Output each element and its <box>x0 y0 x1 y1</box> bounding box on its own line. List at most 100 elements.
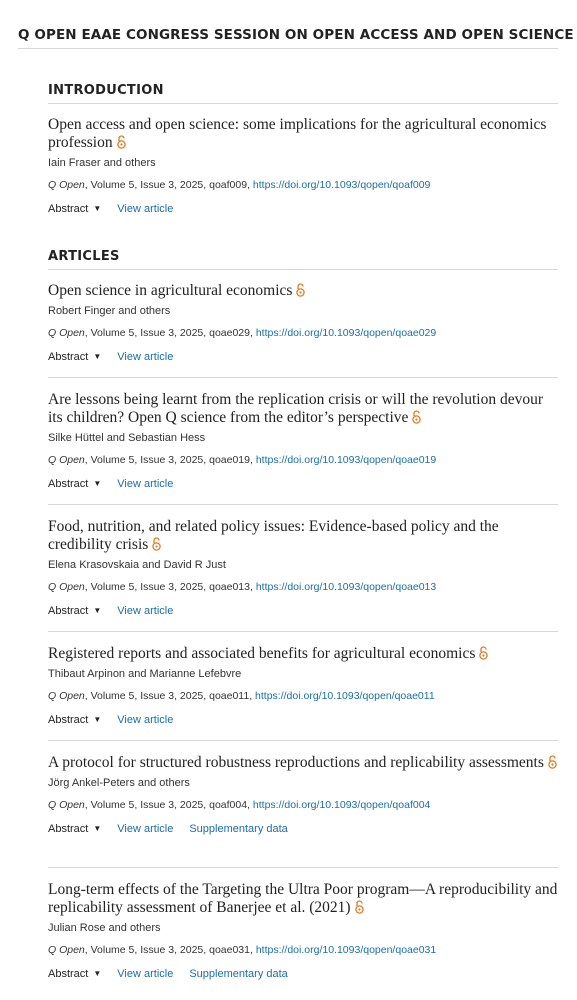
abstract-label[interactable]: Abstract <box>48 478 88 490</box>
view-article-link[interactable]: View article <box>117 203 173 215</box>
abstract-toggle[interactable]: Abstract ▼ <box>48 203 101 215</box>
supplementary-data-link[interactable]: Supplementary data <box>189 968 287 980</box>
supplementary-data-link[interactable]: Supplementary data <box>189 823 287 835</box>
abstract-label[interactable]: Abstract <box>48 203 88 215</box>
article-title[interactable]: Food, nutrition, and related policy issu… <box>48 518 558 556</box>
view-article-link[interactable]: View article <box>117 823 173 835</box>
article-actions: Abstract ▼ View article Supplementary data <box>48 967 558 981</box>
abstract-toggle[interactable]: Abstract ▼ <box>48 714 101 726</box>
citation-details: , Volume 5, Issue 3, 2025, qoae031, <box>84 944 256 956</box>
abstract-toggle[interactable]: Abstract ▼ <box>48 968 101 980</box>
article-citation: Q Open, Volume 5, Issue 3, 2025, qoae019… <box>48 454 558 467</box>
article-item: Are lessons being learnt from the replic… <box>48 377 558 491</box>
doi-link[interactable]: https://doi.org/10.1093/qopen/qoae013 <box>256 581 436 593</box>
caret-down-icon[interactable]: ▼ <box>93 606 101 615</box>
article-actions: Abstract ▼ View article <box>48 604 558 618</box>
article-title-text[interactable]: Are lessons being learnt from the replic… <box>48 391 543 426</box>
article-authors: Jörg Ankel-Peters and others <box>48 777 190 789</box>
caret-down-icon[interactable]: ▼ <box>93 715 101 724</box>
article-actions: Abstract ▼ View article <box>48 477 558 491</box>
citation-details: , Volume 5, Issue 3, 2025, qoae013, <box>84 581 256 593</box>
citation-details: , Volume 5, Issue 3, 2025, qoae029, <box>84 327 256 339</box>
journal-name: Q Open <box>48 179 85 191</box>
view-article-link[interactable]: View article <box>117 714 173 726</box>
article-item: A protocol for structured robustness rep… <box>48 740 558 836</box>
article-citation: Q Open, Volume 5, Issue 3, 2025, qoae013… <box>48 581 558 594</box>
article-item: Open science in agricultural economics R… <box>48 282 558 364</box>
article-actions: Abstract ▼ View article <box>48 713 558 727</box>
abstract-toggle[interactable]: Abstract ▼ <box>48 351 101 363</box>
article-title-text[interactable]: Registered reports and associated benefi… <box>48 645 475 662</box>
abstract-label[interactable]: Abstract <box>48 714 88 726</box>
doi-link[interactable]: https://doi.org/10.1093/qopen/qoaf004 <box>253 799 430 811</box>
citation-details: , Volume 5, Issue 3, 2025, qoaf009, <box>84 179 253 191</box>
open-access-lock-icon <box>296 283 306 302</box>
article-authors: Iain Fraser and others <box>48 157 156 169</box>
doi-link[interactable]: https://doi.org/10.1093/qopen/qoae019 <box>256 454 436 466</box>
view-article-link[interactable]: View article <box>117 605 173 617</box>
abstract-label[interactable]: Abstract <box>48 968 88 980</box>
citation-details: , Volume 5, Issue 3, 2025, qoae019, <box>84 454 256 466</box>
article-title[interactable]: Open science in agricultural economics <box>48 282 558 302</box>
journal-name: Q Open <box>48 581 85 593</box>
article-title[interactable]: Are lessons being learnt from the replic… <box>48 391 558 429</box>
article-item: Registered reports and associated benefi… <box>48 631 558 727</box>
article-title[interactable]: A protocol for structured robustness rep… <box>48 754 558 774</box>
caret-down-icon[interactable]: ▼ <box>93 352 101 361</box>
article-title[interactable]: Long-term effects of the Targeting the U… <box>48 881 558 919</box>
journal-name: Q Open <box>48 690 85 702</box>
open-access-lock-icon <box>354 900 364 919</box>
abstract-label[interactable]: Abstract <box>48 823 88 835</box>
article-citation: Q Open, Volume 5, Issue 3, 2025, qoaf009… <box>48 179 558 192</box>
doi-link[interactable]: https://doi.org/10.1093/qopen/qoae011 <box>255 690 435 702</box>
page-title: Q OPEN EAAE CONGRESS SESSION ON OPEN ACC… <box>18 27 574 49</box>
journal-name: Q Open <box>48 454 85 466</box>
journal-name: Q Open <box>48 799 85 811</box>
abstract-label[interactable]: Abstract <box>48 605 88 617</box>
open-access-lock-icon <box>116 135 126 154</box>
article-citation: Q Open, Volume 5, Issue 3, 2025, qoae011… <box>48 690 558 703</box>
article-authors: Thibaut Arpinon and Marianne Lefebvre <box>48 668 242 680</box>
open-access-lock-icon <box>412 410 422 429</box>
open-access-lock-icon <box>152 537 162 556</box>
article-authors: Elena Krasovskaia and David R Just <box>48 559 226 571</box>
doi-link[interactable]: https://doi.org/10.1093/qopen/qoaf009 <box>253 179 430 191</box>
caret-down-icon[interactable]: ▼ <box>93 824 101 833</box>
article-title-text[interactable]: Open science in agricultural economics <box>48 282 292 299</box>
article-actions: Abstract ▼ View article <box>48 202 558 216</box>
article-title[interactable]: Registered reports and associated benefi… <box>48 645 558 665</box>
view-article-link[interactable]: View article <box>117 351 173 363</box>
abstract-toggle[interactable]: Abstract ▼ <box>48 605 101 617</box>
article-item: Open access and open science: some impli… <box>48 116 558 216</box>
article-actions: Abstract ▼ View article Supplementary data <box>48 822 558 836</box>
caret-down-icon[interactable]: ▼ <box>93 204 101 213</box>
section-heading-articles: ARTICLES <box>48 249 558 270</box>
article-citation: Q Open, Volume 5, Issue 3, 2025, qoaf004… <box>48 799 558 812</box>
article-title-text[interactable]: A protocol for structured robustness rep… <box>48 754 544 771</box>
article-authors: Silke Hüttel and Sebastian Hess <box>48 432 206 444</box>
doi-link[interactable]: https://doi.org/10.1093/qopen/qoae029 <box>256 327 436 339</box>
view-article-link[interactable]: View article <box>117 478 173 490</box>
article-citation: Q Open, Volume 5, Issue 3, 2025, qoae031… <box>48 944 558 957</box>
article-item: Long-term effects of the Targeting the U… <box>48 867 558 981</box>
citation-details: , Volume 5, Issue 3, 2025, qoaf004, <box>84 799 253 811</box>
caret-down-icon[interactable]: ▼ <box>93 479 101 488</box>
journal-name: Q Open <box>48 327 85 339</box>
open-access-lock-icon <box>548 755 557 774</box>
article-actions: Abstract ▼ View article <box>48 350 558 364</box>
abstract-toggle[interactable]: Abstract ▼ <box>48 823 101 835</box>
journal-name: Q Open <box>48 944 85 956</box>
view-article-link[interactable]: View article <box>117 968 173 980</box>
abstract-label[interactable]: Abstract <box>48 351 88 363</box>
article-authors: Robert Finger and others <box>48 305 171 317</box>
article-title[interactable]: Open access and open science: some impli… <box>48 116 558 154</box>
caret-down-icon[interactable]: ▼ <box>93 969 101 978</box>
article-title-text[interactable]: Long-term effects of the Targeting the U… <box>48 881 557 916</box>
article-citation: Q Open, Volume 5, Issue 3, 2025, qoae029… <box>48 327 558 340</box>
article-title-text[interactable]: Food, nutrition, and related policy issu… <box>48 518 499 553</box>
article-authors: Julian Rose and others <box>48 922 161 934</box>
abstract-toggle[interactable]: Abstract ▼ <box>48 478 101 490</box>
doi-link[interactable]: https://doi.org/10.1093/qopen/qoae031 <box>256 944 436 956</box>
article-item: Food, nutrition, and related policy issu… <box>48 504 558 618</box>
section-heading-introduction: INTRODUCTION <box>48 83 558 104</box>
